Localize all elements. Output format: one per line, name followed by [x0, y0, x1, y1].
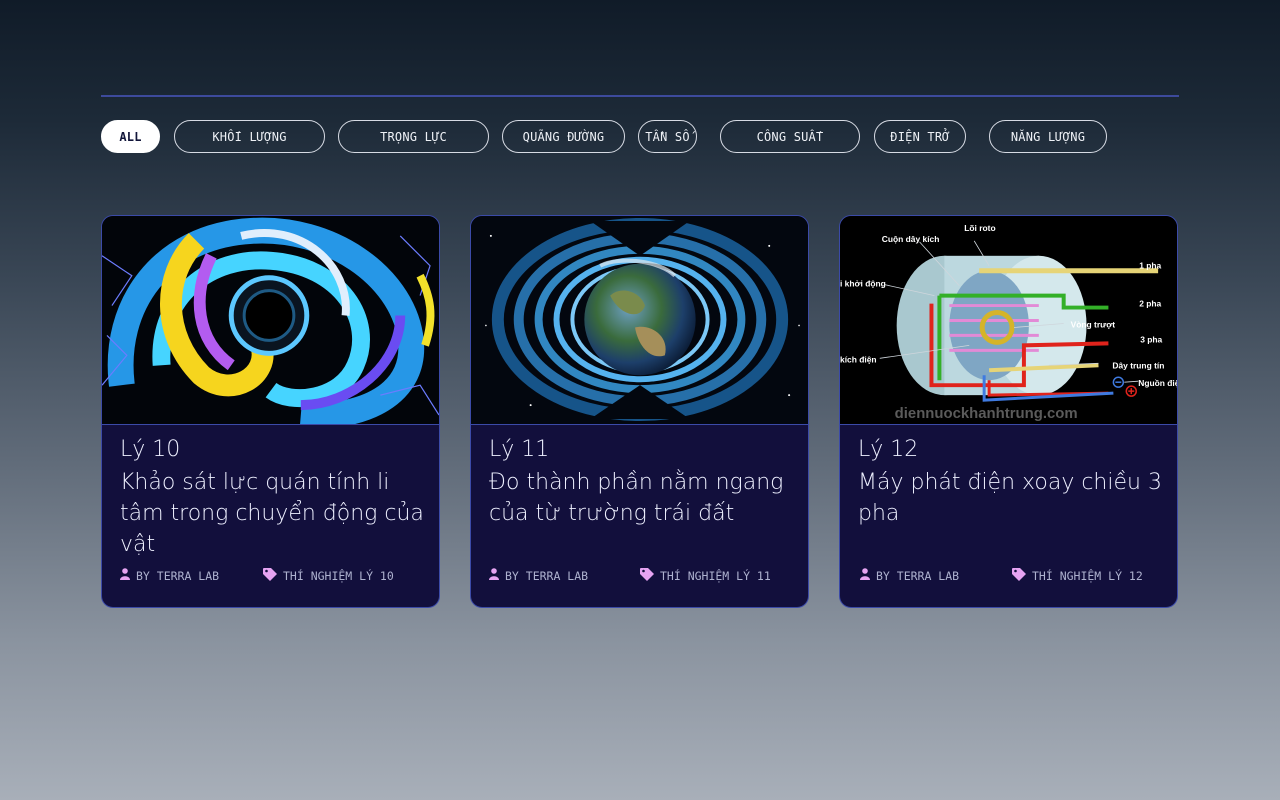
diagram-label: Nguồn điệ [1138, 378, 1177, 388]
tag-meta[interactable]: THÍ NGHIỆM LÝ 10 [263, 567, 394, 584]
diagram-label: Dây trung tín [1112, 360, 1164, 370]
tag-icon [263, 567, 277, 584]
author-label: BY TERRA LAB [876, 568, 960, 583]
experiment-card[interactable]: Lý 11 Đo thành phần nằm ngang của từ trư… [470, 215, 809, 608]
card-title[interactable]: Khảo sát lực quán tính li tâm trong chuy… [120, 467, 425, 560]
filter-cong-suat[interactable]: CÔNG SUẤT [720, 120, 860, 153]
author-label: BY TERRA LAB [136, 568, 220, 583]
diagram-label: 1 pha [1139, 261, 1161, 271]
card-grade: Lý 11 [489, 437, 550, 462]
card-grade: Lý 10 [120, 437, 181, 462]
user-icon [860, 568, 870, 583]
image-watermark: diennuockhanhtrung.com [895, 406, 1078, 422]
author-label: BY TERRA LAB [505, 568, 589, 583]
author-meta: BY TERRA LAB [860, 568, 959, 583]
tag-label: THÍ NGHIỆM LÝ 10 [283, 569, 394, 583]
author-meta: BY TERRA LAB [489, 568, 588, 583]
experiment-card[interactable]: Lõi roto Cuộn dây kích i khởi động 1 pha… [839, 215, 1178, 608]
diagram-label: Lõi roto [964, 223, 995, 233]
author-meta: BY TERRA LAB [120, 568, 219, 583]
diagram-label: Cuộn dây kích [882, 234, 940, 244]
diagram-label: 2 pha [1139, 299, 1161, 309]
diagram-label: 3 pha [1140, 334, 1162, 344]
filter-quang-duong[interactable]: QUÃNG ĐƯỜNG [502, 120, 625, 153]
diagram-label: Vòng trượt [1071, 319, 1116, 329]
tag-meta[interactable]: THÍ NGHIỆM LÝ 11 [640, 567, 771, 584]
filter-nang-luong[interactable]: NĂNG LƯỢNG [989, 120, 1107, 153]
user-icon [120, 568, 130, 583]
diagram-label: i khởi động [840, 279, 886, 289]
earth-magnetic-field-image [471, 216, 808, 425]
user-icon [489, 568, 499, 583]
card-title[interactable]: Máy phát điện xoay chiều 3 pha [858, 467, 1163, 529]
filter-tan-so[interactable]: TẦN SỐ [638, 120, 697, 153]
filter-trong-luc[interactable]: TRỌNG LỰC [338, 120, 489, 153]
filter-khoi-luong[interactable]: KHỐI LƯỢNG [174, 120, 325, 153]
tag-meta[interactable]: THÍ NGHIỆM LÝ 12 [1012, 567, 1143, 584]
tag-icon [640, 567, 654, 584]
tag-label: THÍ NGHIỆM LÝ 12 [1032, 569, 1143, 583]
card-title[interactable]: Đo thành phần nằm ngang của từ trường tr… [489, 467, 794, 529]
three-phase-generator-diagram: Lõi roto Cuộn dây kích i khởi động 1 pha… [840, 216, 1177, 425]
card-grade: Lý 12 [858, 437, 919, 462]
filter-dien-tro[interactable]: ĐIỆN TRỞ [874, 120, 966, 153]
top-divider [101, 95, 1179, 97]
colorful-swirl-image [102, 216, 439, 425]
experiment-card[interactable]: Lý 10 Khảo sát lực quán tính li tâm tron… [101, 215, 440, 608]
filter-all[interactable]: ALL [101, 120, 160, 153]
diagram-label: kích điện [840, 354, 877, 364]
tag-label: THÍ NGHIỆM LÝ 11 [660, 569, 771, 583]
tag-icon [1012, 567, 1026, 584]
